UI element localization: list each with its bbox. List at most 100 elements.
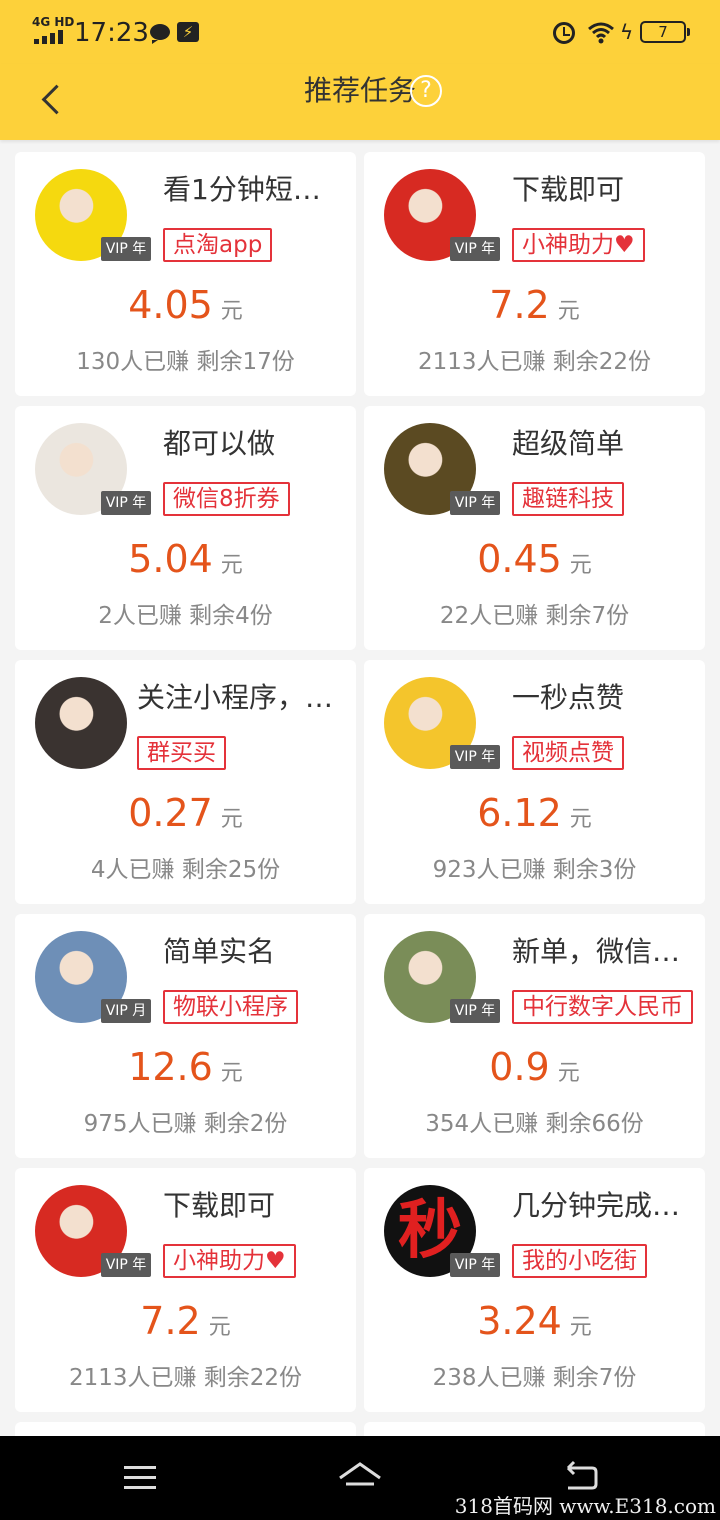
status-time: 17:23 [74,18,149,48]
watermark: 318首码网 www.E318.com [454,1494,716,1518]
price-unit: 元 [569,1315,592,1340]
price-unit: 元 [220,553,243,578]
task-title: 下载即可 [512,173,625,206]
task-card[interactable]: VIP 年 下载即可小神助力♥ 7.2 元 2113人已赚 剩余22份 [364,152,705,396]
task-card[interactable]: 关注小程序，… 群买买 0.27 元 4人已赚 剩余25份 [15,660,356,904]
reward-price: 0.45 元 [364,537,705,581]
reward-price: 4.05 元 [15,283,356,327]
help-icon[interactable]: ? [410,75,442,107]
app-header: 推荐任务 ? [0,64,720,140]
vip-badge: VIP 年 [101,237,151,261]
price-unit: 元 [569,807,592,832]
app-tag: 群买买 [137,736,226,770]
price-unit: 元 [220,1061,243,1086]
app-tag: 小神助力♥ [512,228,645,262]
app-tag-label: 物联小程序 [173,994,288,1020]
task-stats: 4人已赚 剩余25份 [90,857,281,883]
vip-badge: VIP 年 [450,1253,500,1277]
task-title: 关注小程序，… [137,681,334,714]
home-icon[interactable] [336,1458,384,1498]
price-value: 7.2 [140,1299,201,1343]
app-tag: 中行数字人民币 [512,990,693,1024]
price-value: 0.45 [477,537,562,581]
reward-price: 12.6 元 [15,1045,356,1089]
app-tag: 我的小吃街 [512,1244,647,1278]
price-value: 0.27 [128,791,213,835]
task-title: 都可以做 [163,427,276,460]
price-unit: 元 [557,299,580,324]
price-unit: 元 [220,299,243,324]
task-card[interactable]: VIP 年 下载即可小神助力♥ 7.2 元 2113人已赚 剩余22份 [15,1168,356,1412]
reward-price: 0.9 元 [364,1045,705,1089]
app-tag-label: 趣链科技 [522,486,614,512]
app-tag-label: 群买买 [147,740,216,766]
app-tag: 小神助力♥ [163,1244,296,1278]
price-value: 6.12 [477,791,562,835]
avatar [35,677,127,769]
app-tag-label: 我的小吃街 [522,1248,637,1274]
price-value: 7.2 [489,283,550,327]
menu-icon[interactable] [124,1466,156,1490]
task-stats: 2113人已赚 剩余22份 [417,349,652,375]
app-tag-label: 小神助力 [522,232,614,258]
price-unit: 元 [569,553,592,578]
reward-price: 5.04 元 [15,537,356,581]
signal-icon [34,30,64,44]
task-card[interactable]: 秒 VIP 年几分钟完成… 我的小吃街 3.24 元 238人已赚 剩余7份 [364,1168,705,1412]
app-tag: 物联小程序 [163,990,298,1024]
reward-price: 6.12 元 [364,791,705,835]
task-title: 一秒点赞 [512,681,625,714]
vip-badge: VIP 年 [101,491,151,515]
app-tag-label: 点淘app [173,232,263,258]
heart-icon: ♥ [265,1248,286,1274]
reward-price: 7.2 元 [364,283,705,327]
app-tag-label: 微信8折券 [173,486,280,512]
task-stats: 2113人已赚 剩余22份 [68,1365,303,1391]
task-stats: 130人已赚 剩余17份 [76,349,295,375]
task-title: 几分钟完成… [512,1189,681,1222]
task-stats: 923人已赚 剩余3份 [432,857,637,883]
price-value: 3.24 [477,1299,562,1343]
task-stats: 975人已赚 剩余2份 [83,1111,288,1137]
task-card[interactable]: VIP 年 一秒点赞视频点赞 6.12 元 923人已赚 剩余3份 [364,660,705,904]
app-tag: 点淘app [163,228,273,262]
task-title: 下载即可 [163,1189,276,1222]
task-card[interactable]: VIP 月 简单实名 物联小程序 12.6 元 975人已赚 剩余2份 [15,914,356,1158]
price-value: 4.05 [128,283,213,327]
task-stats: 2人已赚 剩余4份 [98,603,273,629]
app-tag: 视频点赞 [512,736,624,770]
reward-price: 0.27 元 [15,791,356,835]
app-tag-label: 视频点赞 [522,740,614,766]
app-tag-label: 中行数字人民币 [522,994,683,1020]
wifi-icon [588,22,614,44]
task-stats: 354人已赚 剩余66份 [425,1111,644,1137]
system-nav-bar: 318首码网 www.E318.com [0,1436,720,1520]
app-tag: 微信8折券 [163,482,290,516]
task-card[interactable]: VIP 年 都可以做微信8折券 5.04 元 2人已赚 剩余4份 [15,406,356,650]
task-title: 看1分钟短… [163,173,321,206]
task-card[interactable]: VIP 年 超级简单 趣链科技 0.45 元 22人已赚 剩余7份 [364,406,705,650]
vip-badge: VIP 年 [450,237,500,261]
task-card[interactable]: VIP 年 看1分钟短… 点淘app 4.05 元 130人已赚 剩余17份 [15,152,356,396]
vip-badge: VIP 年 [101,1253,151,1277]
status-bar: 4G HD 17:23 ⚡ ϟ 7 [0,0,720,64]
task-card[interactable]: VIP 年 新单，微信… 中行数字人民币 0.9 元 354人已赚 剩余66份 [364,914,705,1158]
vip-badge: VIP 月 [101,999,151,1023]
price-value: 12.6 [128,1045,213,1089]
network-type: 4G HD [32,15,75,29]
price-value: 0.9 [489,1045,550,1089]
task-title: 新单，微信… [512,935,681,968]
task-title: 超级简单 [512,427,625,460]
page-title: 推荐任务 [303,74,416,107]
battery-icon: 7 [640,21,690,43]
vip-badge: VIP 年 [450,745,500,769]
return-icon[interactable] [560,1458,600,1498]
app-notification-icon: ⚡ [177,22,199,42]
price-unit: 元 [557,1061,580,1086]
charging-icon: ϟ [620,20,634,44]
price-unit: 元 [220,807,243,832]
price-unit: 元 [208,1315,231,1340]
reward-price: 3.24 元 [364,1299,705,1343]
app-tag: 趣链科技 [512,482,624,516]
app-tag-label: 小神助力 [173,1248,265,1274]
